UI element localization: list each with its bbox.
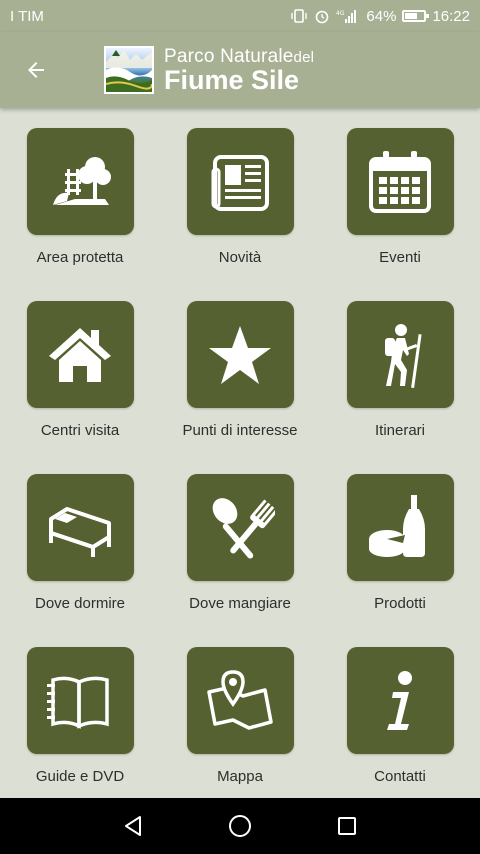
- battery-percent: 64%: [366, 7, 397, 25]
- menu-item-label: Dove mangiare: [189, 595, 291, 612]
- signal-icon: 4G: [336, 8, 360, 24]
- menu-item-label: Centri visita: [40, 422, 120, 439]
- menu-item-label: Contatti: [374, 768, 426, 785]
- nav-home-button[interactable]: [220, 806, 260, 846]
- menu-item-guide-e-dvd[interactable]: Guide e DVD: [0, 627, 160, 800]
- menu-item-label: Prodotti: [374, 595, 426, 612]
- menu-item-label: Novità: [218, 249, 262, 266]
- menu-item-itinerari[interactable]: Itinerari: [320, 281, 480, 454]
- menu-item-eventi[interactable]: Eventi: [320, 108, 480, 281]
- newspaper-icon: [186, 128, 294, 235]
- clock: 16:22: [432, 7, 470, 25]
- nav-recents-button[interactable]: [327, 806, 367, 846]
- menu-item-dove-mangiare[interactable]: Dove mangiare: [160, 454, 320, 627]
- alarm-icon: [314, 8, 330, 24]
- status-bar: I TIM 4G 64% 16:22: [0, 0, 480, 32]
- menu-item-area-protetta[interactable]: Area protetta: [0, 108, 160, 281]
- square-recents-icon: [337, 817, 356, 835]
- map-pin-icon: [186, 647, 294, 754]
- info-icon: [346, 647, 454, 754]
- svg-text:4G: 4G: [336, 10, 345, 17]
- circle-home-icon: [228, 815, 251, 837]
- menu-item-label: Area protetta: [36, 249, 124, 266]
- menu-item-contatti[interactable]: Contatti: [320, 627, 480, 800]
- brand-text: Parco Naturaledel Fiume Sile: [164, 47, 314, 94]
- battery-icon: [402, 10, 430, 22]
- book-icon: [26, 647, 134, 754]
- star-icon: [186, 301, 294, 408]
- bed-icon: [26, 474, 134, 581]
- menu-item-label: Dove dormire: [34, 595, 126, 612]
- menu-item-prodotti[interactable]: Prodotti: [320, 454, 480, 627]
- nav-back-button[interactable]: [113, 806, 153, 846]
- back-button[interactable]: [0, 32, 72, 108]
- vibrate-icon: [290, 9, 308, 23]
- menu-item-label: Mappa: [217, 768, 263, 785]
- calendar-icon: [346, 128, 454, 235]
- menu-item-novita[interactable]: Novità: [160, 108, 320, 281]
- home-icon: [26, 301, 134, 408]
- menu-item-centri-visita[interactable]: Centri visita: [0, 281, 160, 454]
- protected-area-icon: [26, 128, 134, 235]
- status-icons: 4G 64% 16:22: [290, 8, 470, 25]
- fork-spoon-icon: [186, 474, 294, 581]
- system-nav-bar: [0, 798, 480, 854]
- park-logo: [104, 46, 154, 94]
- menu-item-label: Punti di interesse: [182, 422, 298, 439]
- arrow-left-icon: [28, 62, 44, 78]
- carrier-name: I TIM: [10, 7, 44, 25]
- menu-item-punti-di-interesse[interactable]: Punti di interesse: [160, 281, 320, 454]
- cheese-wine-icon: [346, 474, 454, 581]
- menu-item-label: Eventi: [379, 249, 421, 266]
- brand-title: Fiume Sile: [164, 64, 300, 95]
- triangle-back-icon: [125, 816, 142, 836]
- menu-item-label: Itinerari: [374, 422, 426, 439]
- park-brand: Parco Naturaledel Fiume Sile: [104, 46, 314, 94]
- menu-item-label: Guide e DVD: [35, 768, 125, 785]
- menu-item-dove-dormire[interactable]: Dove dormire: [0, 454, 160, 627]
- menu-item-mappa[interactable]: Mappa: [160, 627, 320, 800]
- hiker-icon: [346, 301, 454, 408]
- brand-subtitle: Parco Naturaledel: [164, 45, 315, 67]
- app-bar: Parco Naturaledel Fiume Sile: [0, 32, 480, 108]
- menu-grid: Area protetta Novità Eventi Centri visit…: [0, 108, 480, 798]
